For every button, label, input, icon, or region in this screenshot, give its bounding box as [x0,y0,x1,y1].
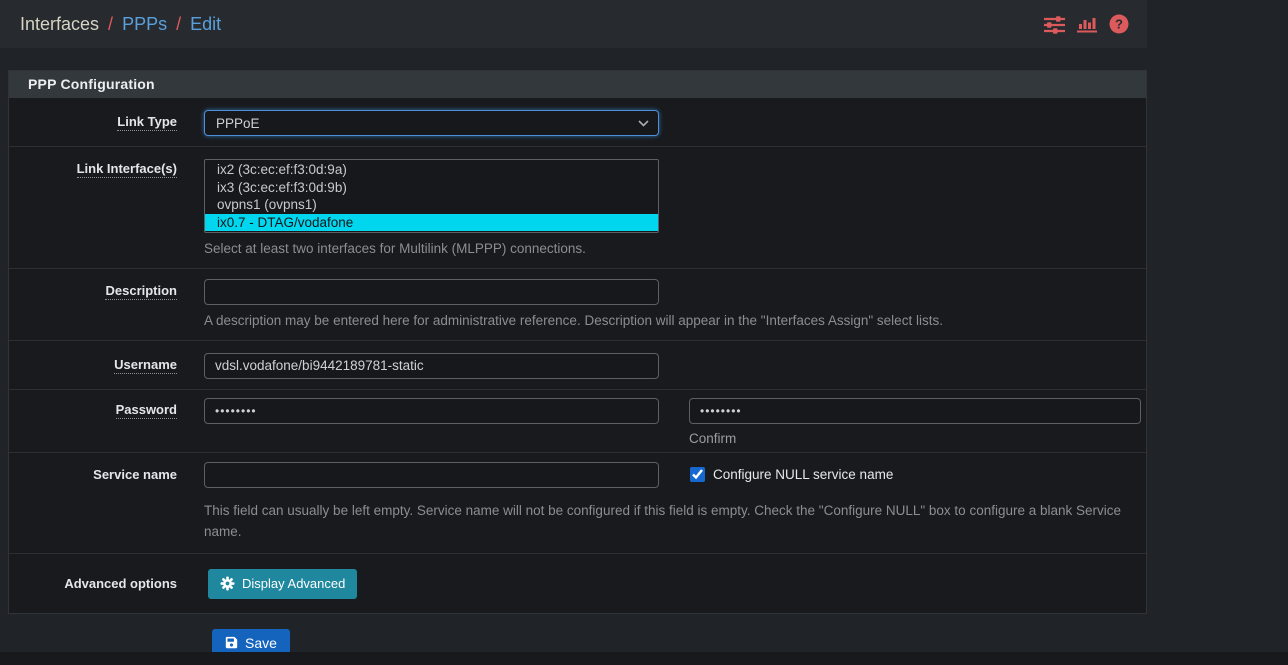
breadcrumb-section: Interfaces [20,14,99,35]
password-input[interactable] [204,398,659,424]
form-row-description: Description A description may be entered… [9,269,1146,341]
link-type-label: Link Type [9,110,204,136]
username-input[interactable] [204,353,659,379]
form-row-link-interfaces: Link Interface(s) ix2 (3c:ec:ef:f3:0d:9a… [9,147,1146,269]
bar-chart-icon[interactable] [1077,15,1097,33]
link-interfaces-help: Select at least two interfaces for Multi… [204,239,1132,260]
form-row-service-name: Service name Configure NULL service name… [9,453,1146,554]
save-icon [225,636,238,649]
listbox-option[interactable]: ix2 (3c:ec:ef:f3:0d:9a) [205,161,658,179]
panel-header: PPP Configuration [9,71,1146,98]
breadcrumb: Interfaces / PPPs / Edit [20,14,221,35]
svg-text:?: ? [1115,17,1123,32]
configure-null-label: Configure NULL service name [713,467,893,482]
breadcrumb-bar: Interfaces / PPPs / Edit [0,0,1147,48]
link-interfaces-label: Link Interface(s) [9,159,204,260]
display-advanced-button[interactable]: Display Advanced [208,569,357,599]
chevron-down-icon [638,120,649,127]
link-type-value: PPPoE [216,116,260,131]
help-icon[interactable]: ? [1109,14,1129,34]
listbox-option[interactable]: ovpns1 (ovpns1) [205,196,658,214]
breadcrumb-separator: / [176,14,181,35]
advanced-options-label: Advanced options [9,569,204,599]
form-row-username: Username [9,341,1146,390]
listbox-option-selected[interactable]: ix0.7 - DTAG/vodafone [205,214,658,232]
form-row-advanced-options: Advanced options [9,554,1146,613]
breadcrumb-separator: / [108,14,113,35]
breadcrumb-link-edit[interactable]: Edit [190,14,221,35]
service-name-help: This field can usually be left empty. Se… [204,501,1132,543]
password-label: Password [9,398,204,446]
gear-icon [220,576,235,591]
footer-bar [0,652,1288,665]
form-row-password: Password Confirm [9,390,1146,453]
form-row-link-type: Link Type PPPoE [9,98,1146,147]
breadcrumb-link-ppps[interactable]: PPPs [122,14,167,35]
panel-title: PPP Configuration [28,76,1127,92]
description-input[interactable] [204,279,659,305]
link-interfaces-listbox[interactable]: ix2 (3c:ec:ef:f3:0d:9a) ix3 (3c:ec:ef:f3… [204,159,659,233]
header-icons: ? [1044,14,1129,34]
configure-null-checkbox-wrap[interactable]: Configure NULL service name [690,467,893,482]
link-type-select[interactable]: PPPoE [204,110,659,136]
confirm-label: Confirm [689,431,1141,446]
username-label: Username [9,353,204,379]
ppp-configuration-panel: PPP Configuration Link Type PPPoE Link I… [8,70,1147,614]
sliders-icon[interactable] [1044,15,1065,34]
description-label: Description [9,279,204,332]
description-help: A description may be entered here for ad… [204,311,1132,332]
password-confirm-input[interactable] [689,398,1141,424]
listbox-option[interactable]: ix3 (3c:ec:ef:f3:0d:9b) [205,179,658,197]
service-name-input[interactable] [204,462,659,488]
configure-null-checkbox[interactable] [690,467,705,482]
service-name-label: Service name [9,462,204,543]
